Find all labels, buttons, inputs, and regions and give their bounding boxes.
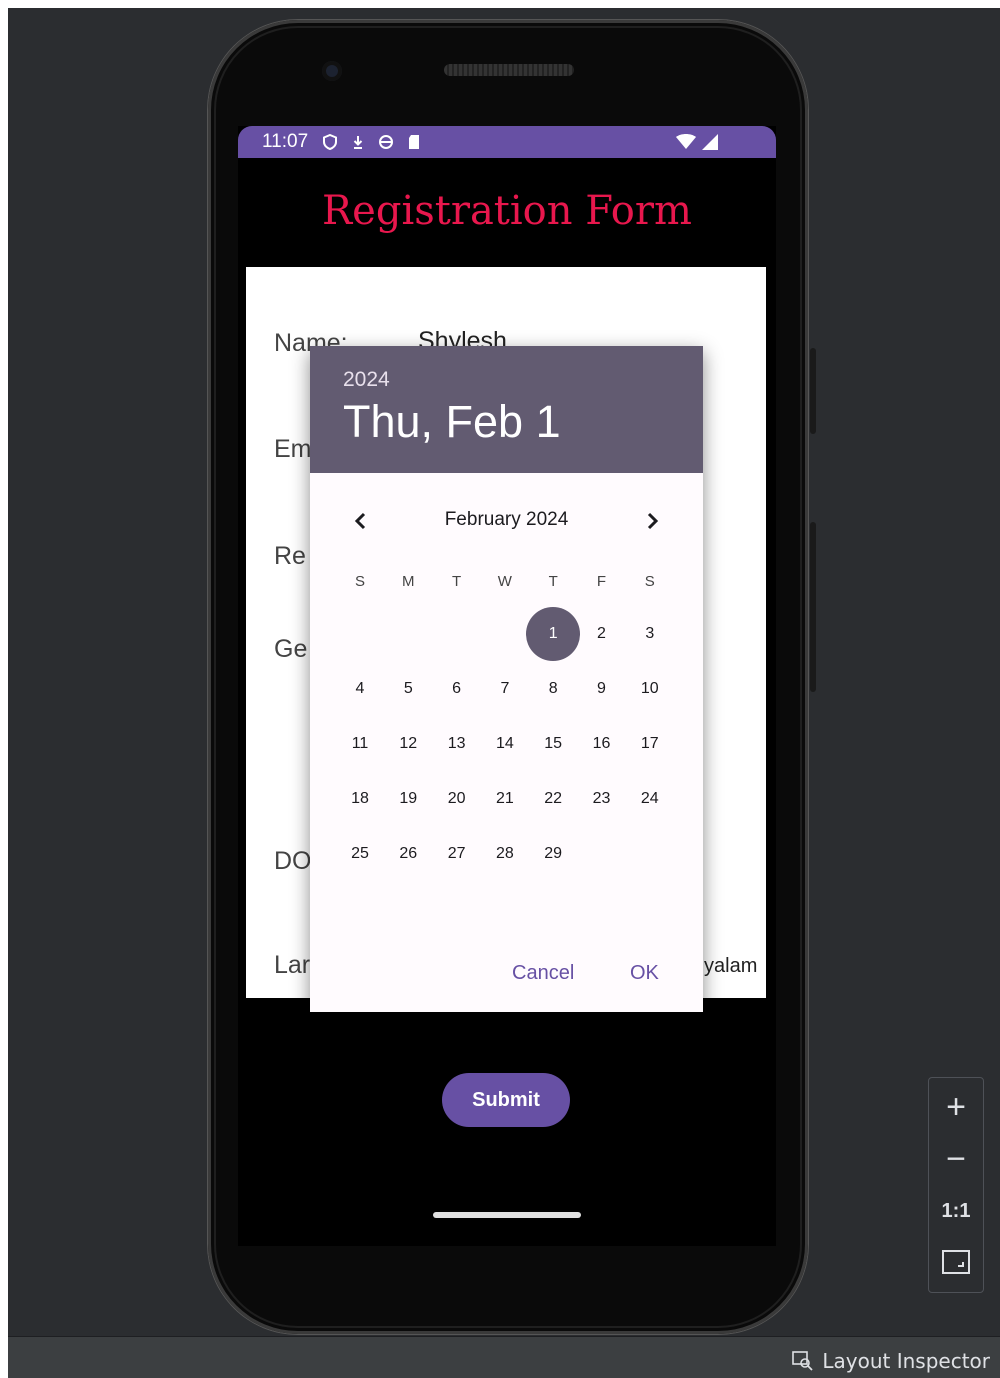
calendar-day[interactable]: 17 [626,720,674,768]
calendar-day[interactable]: 11 [336,720,384,768]
weekday-header: S [644,573,655,590]
registration-label: Re [274,542,306,570]
shield-icon [323,134,338,150]
month-navigation: February 2024 [310,506,703,536]
calendar-day[interactable]: 22 [529,775,577,823]
ok-button[interactable]: OK [630,962,659,985]
calendar-day[interactable]: 16 [578,720,626,768]
calendar-day[interactable]: 8 [529,665,577,713]
zoom-controls: + − 1:1 [928,1077,984,1293]
power-button[interactable] [810,348,816,434]
calendar-day[interactable]: 6 [433,665,481,713]
calendar-day[interactable]: 24 [626,775,674,823]
status-bar: 11:07 [238,126,776,158]
calendar-day[interactable]: 13 [433,720,481,768]
calendar-day[interactable]: 21 [481,775,529,823]
email-label: Em [274,435,312,463]
weekday-header: T [548,573,558,590]
status-notification-icons [322,134,422,150]
calendar-day[interactable]: 14 [481,720,529,768]
calendar-day[interactable]: 3 [626,610,674,658]
language-value[interactable]: yalam [704,955,757,978]
calendar-day[interactable]: 12 [384,720,432,768]
zoom-out-button[interactable]: − [929,1140,983,1179]
calendar-day[interactable]: 25 [336,830,384,878]
chevron-right-icon [647,512,659,530]
gender-label: Ge [274,635,308,663]
dialog-actions: Cancel OK [310,958,703,994]
home-gesture-bar[interactable] [433,1212,581,1218]
fit-screen-icon [942,1250,970,1274]
calendar-day[interactable]: 29 [529,830,577,878]
calendar-day[interactable]: 27 [433,830,481,878]
calendar-day[interactable]: 4 [336,665,384,713]
sync-icon [379,135,394,149]
volume-button[interactable] [810,522,816,692]
date-picker-dialog: 2024 Thu, Feb 1 February 2024 SMTWTFS123… [310,346,703,1012]
calendar-day[interactable]: 20 [433,775,481,823]
calendar-day[interactable]: 10 [626,665,674,713]
status-system-icons [676,134,718,150]
calendar-day[interactable]: 15 [529,720,577,768]
calendar-day[interactable]: 19 [384,775,432,823]
calendar-day[interactable]: 28 [481,830,529,878]
dob-label: DO [274,847,312,875]
form-title: Registration Form [322,188,692,234]
calendar-day[interactable]: 9 [578,665,626,713]
calendar-day[interactable]: 2 [578,610,626,658]
calendar-day[interactable]: 23 [578,775,626,823]
sd-card-icon [409,135,420,149]
date-picker-selected-date: Thu, Feb 1 [343,396,561,447]
layout-inspector-icon [792,1351,813,1371]
calendar-day-selected[interactable]: 1 [526,607,581,661]
submit-button[interactable]: Submit [442,1073,570,1127]
weekday-header: F [596,573,607,590]
weekday-header: W [497,573,512,590]
earpiece-speaker [444,64,574,76]
layout-inspector-label: Layout Inspector [822,1349,990,1373]
calendar-day[interactable]: 7 [481,665,529,713]
calendar-day[interactable]: 26 [384,830,432,878]
date-picker-header: 2024 Thu, Feb 1 [310,346,703,473]
layout-inspector-tab[interactable]: Layout Inspector [792,1349,990,1373]
ide-bottom-bar: Layout Inspector [8,1336,1000,1378]
cancel-button[interactable]: Cancel [512,962,574,985]
front-camera [322,61,342,81]
weekday-header: M [402,573,415,590]
language-label: Lar [274,951,311,979]
weekday-header: S [354,573,365,590]
download-icon [353,136,363,149]
calendar-day[interactable]: 5 [384,665,432,713]
signal-icon [702,134,718,150]
date-picker-year[interactable]: 2024 [343,368,390,392]
weekday-header: T [452,573,462,590]
wifi-icon [676,134,696,149]
status-time: 11:07 [262,131,309,152]
calendar-day[interactable]: 18 [336,775,384,823]
zoom-in-button[interactable]: + [929,1088,983,1127]
next-month-button[interactable] [637,506,667,536]
actual-size-button[interactable]: 1:1 [929,1200,983,1223]
fit-screen-button[interactable] [929,1250,983,1279]
